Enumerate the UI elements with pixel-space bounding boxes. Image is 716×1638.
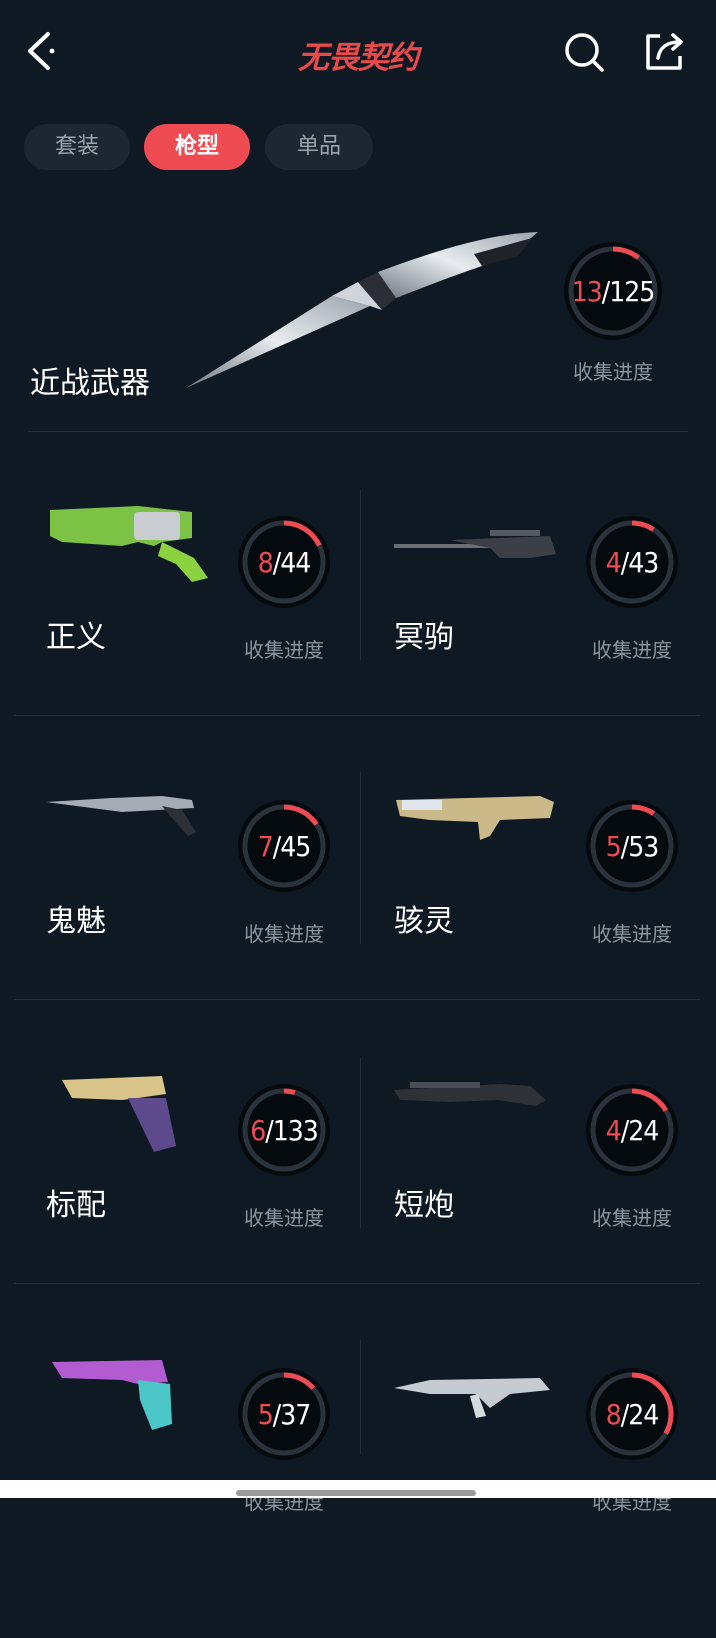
total-count: 44 <box>280 545 311 579</box>
progress-ring: 5/37 <box>238 1368 330 1460</box>
progress-count: 8/44 <box>238 516 330 608</box>
progress-count: 7/45 <box>238 800 330 892</box>
total-count: 125 <box>609 274 655 308</box>
total-count: 133 <box>272 1113 319 1147</box>
app-logo: 无畏契约 <box>298 40 419 76</box>
home-indicator-bar <box>0 1480 716 1498</box>
pistol-image <box>46 796 196 836</box>
weapon-name: 骇灵 <box>394 904 454 939</box>
progress-ring: 8/44 <box>238 516 330 608</box>
total-count: 45 <box>280 829 311 863</box>
sniper-rifle-image <box>394 530 556 558</box>
divider <box>360 1058 361 1228</box>
progress-label: 收集进度 <box>592 922 672 946</box>
tab-suits[interactable]: 套装 <box>24 124 130 170</box>
progress-label: 收集进度 <box>573 360 653 384</box>
count-separator: / <box>265 1113 273 1147</box>
weapon-name: 正义 <box>46 620 106 655</box>
count-separator: / <box>272 1397 281 1431</box>
progress-ring: 5/53 <box>586 800 678 892</box>
count-separator: / <box>272 829 281 863</box>
collected-count: 8 <box>605 1397 622 1431</box>
collected-count: 4 <box>605 545 622 579</box>
progress-count: 6/133 <box>238 1084 330 1176</box>
count-separator: / <box>620 1397 629 1431</box>
divider <box>28 431 688 432</box>
progress-ring: 4/43 <box>586 516 678 608</box>
progress-count: 5/37 <box>238 1368 330 1460</box>
progress-label: 收集进度 <box>592 638 672 662</box>
progress-count: 4/43 <box>586 516 678 608</box>
revolver-image <box>50 506 208 582</box>
weapon-name: 鬼魅 <box>46 904 106 939</box>
progress-ring: 4/24 <box>586 1084 678 1176</box>
count-separator: / <box>620 829 629 863</box>
weapon-name: 短炮 <box>394 1188 454 1223</box>
weapon-name: 标配 <box>46 1188 106 1223</box>
total-count: 24 <box>628 1397 659 1431</box>
progress-label: 收集进度 <box>244 922 324 946</box>
collected-count: 7 <box>257 829 274 863</box>
collected-count: 5 <box>257 1397 274 1431</box>
progress-label: 收集进度 <box>244 1206 324 1230</box>
weapon-card[interactable]: 标配 6/133 收集进度 <box>14 1070 362 1354</box>
tab-items[interactable]: 单品 <box>265 124 373 170</box>
weapon-card[interactable]: 正义 8/44 收集进度 <box>14 502 362 786</box>
divider <box>14 1283 700 1284</box>
rifle-image <box>394 1378 550 1418</box>
weapon-card[interactable]: 冥驹 4/43 收集进度 <box>362 502 710 786</box>
progress-label: 收集进度 <box>592 1206 672 1230</box>
collected-count: 13 <box>571 274 603 308</box>
progress-count: 13/125 <box>564 242 662 340</box>
collected-count: 6 <box>250 1113 266 1147</box>
progress-ring: 6/133 <box>238 1084 330 1176</box>
progress-ring: 13/125 <box>564 242 662 340</box>
total-count: 53 <box>628 829 659 863</box>
collected-count: 8 <box>257 545 274 579</box>
weapon-card[interactable]: 短炮 4/24 收集进度 <box>362 1070 710 1354</box>
tab-gun-types[interactable]: 枪型 <box>144 124 250 170</box>
weapon-card[interactable]: 鬼魅 7/45 收集进度 <box>14 786 362 1070</box>
divider <box>14 715 700 716</box>
count-separator: / <box>272 545 281 579</box>
count-separator: / <box>601 274 610 308</box>
smg-image <box>396 796 554 840</box>
progress-ring: 7/45 <box>238 800 330 892</box>
melee-name: 近战武器 <box>30 366 150 401</box>
total-count: 24 <box>628 1113 659 1147</box>
divider <box>360 1340 361 1454</box>
progress-count: 5/53 <box>586 800 678 892</box>
progress-ring: 8/24 <box>586 1368 678 1460</box>
blaster-image <box>52 1360 172 1430</box>
melee-knife-image <box>186 232 538 388</box>
search-icon[interactable] <box>562 30 606 74</box>
app-header: 无畏契约 <box>0 0 716 105</box>
progress-label: 收集进度 <box>244 638 324 662</box>
melee-card[interactable]: 近战武器 13/125 收集进度 <box>0 200 716 432</box>
progress-count: 8/24 <box>586 1368 678 1460</box>
collected-count: 4 <box>605 1113 622 1147</box>
share-icon[interactable] <box>642 30 688 74</box>
divider <box>360 772 361 944</box>
classic-pistol-image <box>62 1076 176 1152</box>
home-indicator[interactable] <box>236 1490 476 1496</box>
weapon-name: 冥驹 <box>394 620 454 655</box>
count-separator: / <box>620 1113 629 1147</box>
divider <box>360 490 361 660</box>
shotgun-image <box>394 1082 546 1106</box>
weapon-card[interactable]: 骇灵 5/53 收集进度 <box>362 786 710 1070</box>
total-count: 43 <box>628 545 659 579</box>
progress-count: 4/24 <box>586 1084 678 1176</box>
count-separator: / <box>620 545 629 579</box>
divider <box>14 999 700 1000</box>
total-count: 37 <box>280 1397 311 1431</box>
collected-count: 5 <box>605 829 622 863</box>
